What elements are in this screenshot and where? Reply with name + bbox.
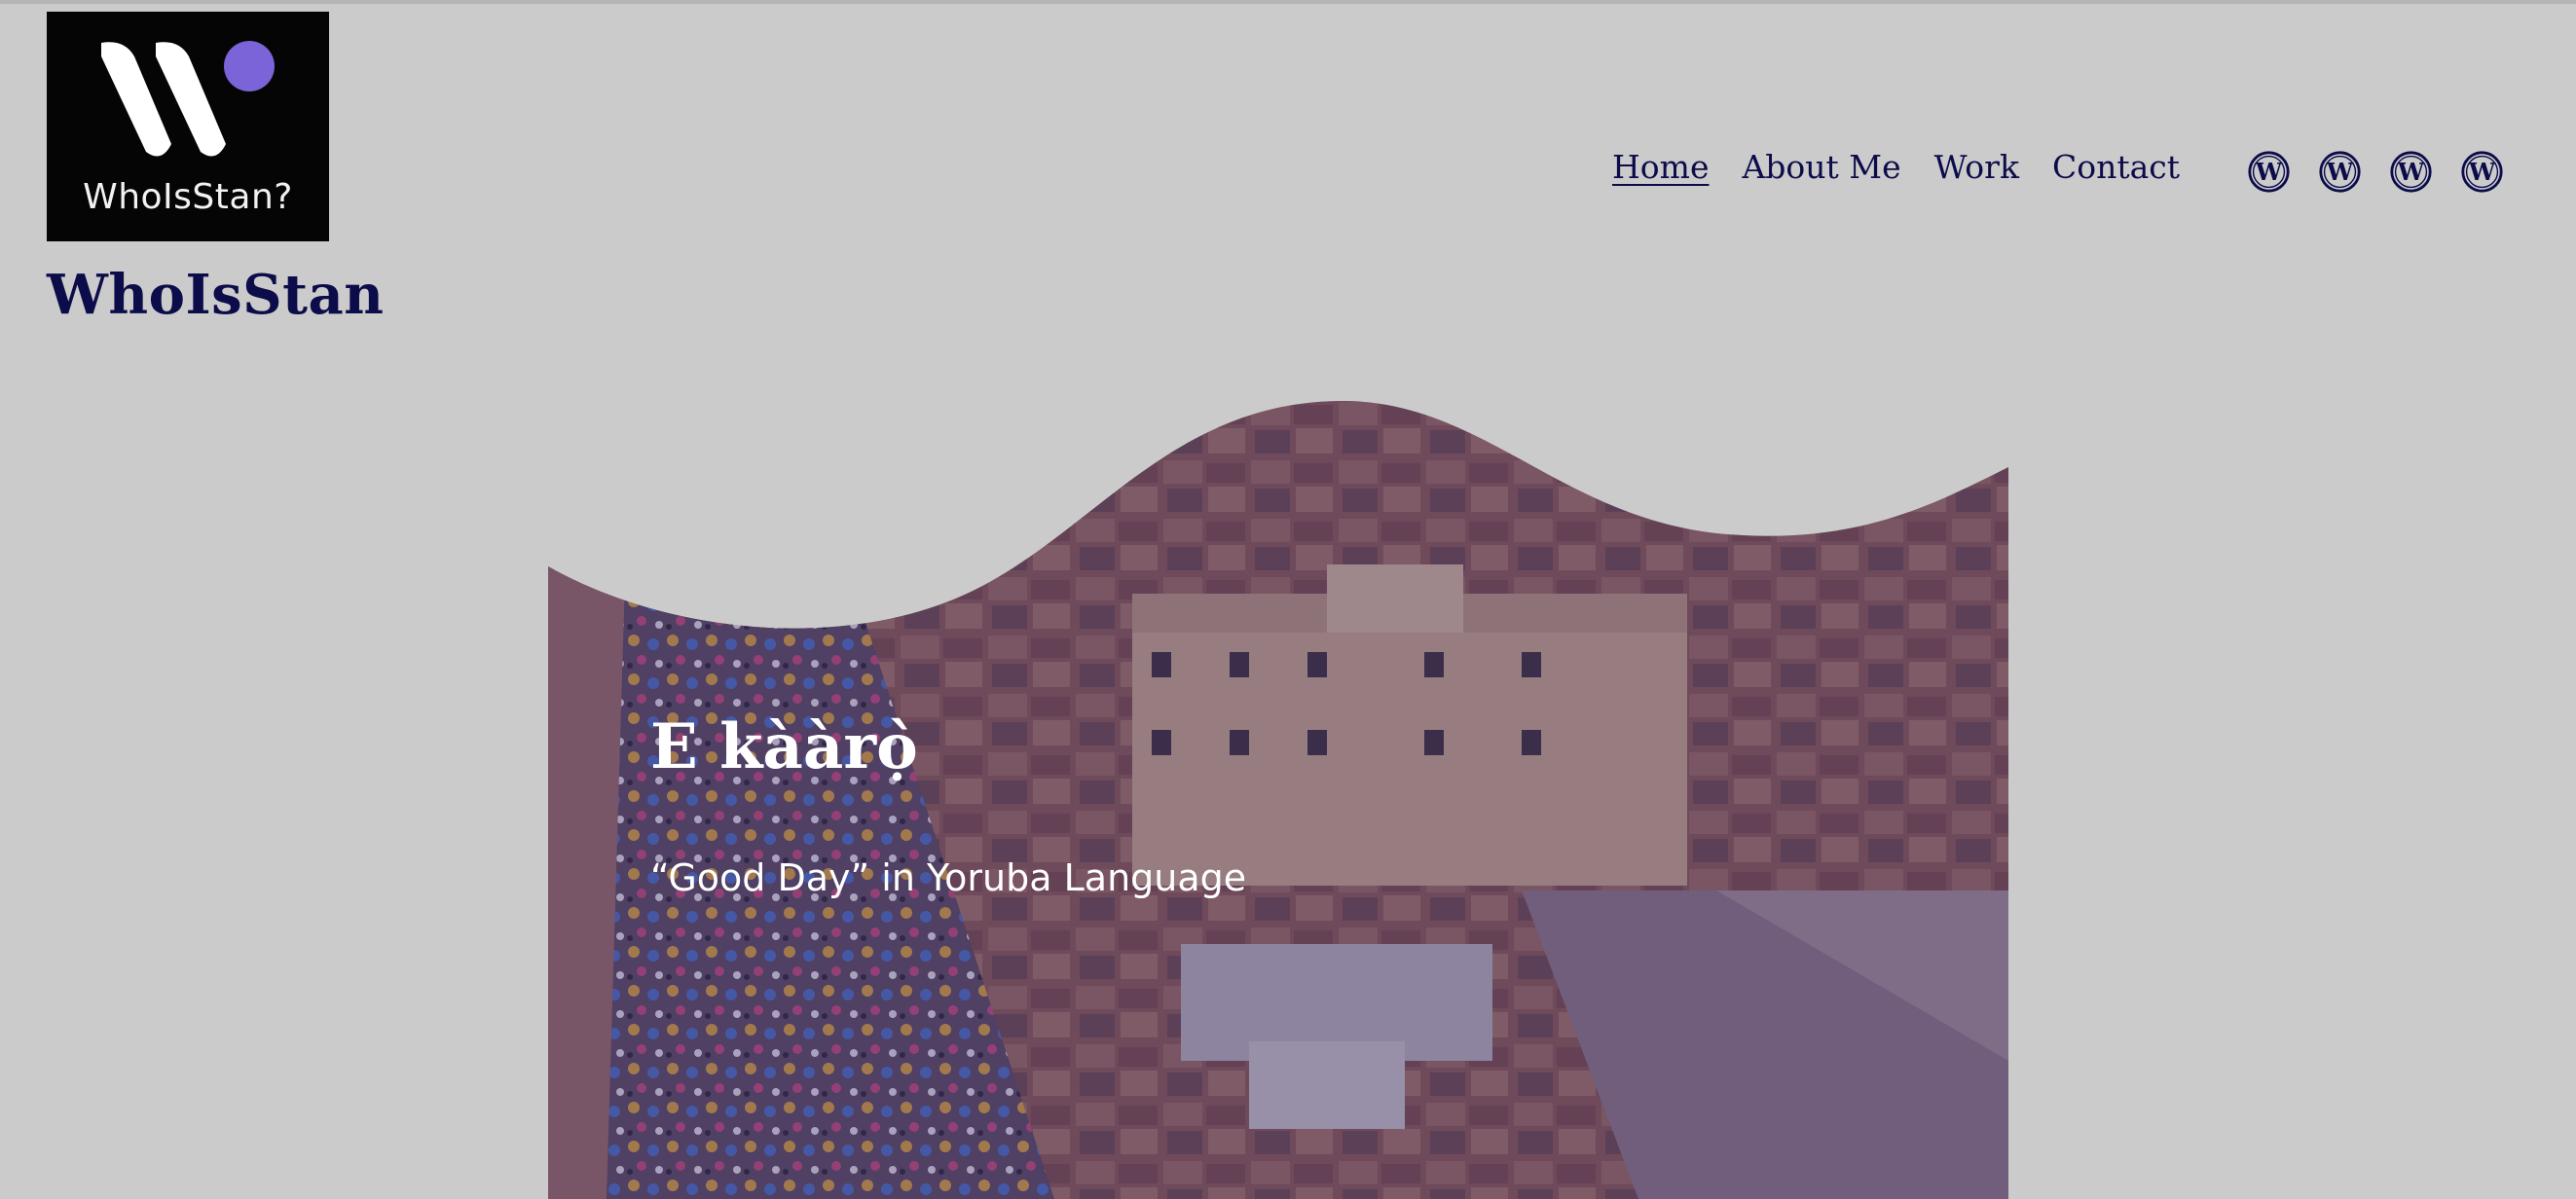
- hero-cover: [548, 399, 2008, 1199]
- nav-about-me[interactable]: About Me: [1742, 148, 1900, 186]
- svg-text:W: W: [2468, 158, 2496, 186]
- aerial-market-scene: [548, 400, 2008, 1199]
- wordpress-icon[interactable]: W: [2460, 150, 2504, 194]
- wordpress-icon[interactable]: W: [2389, 150, 2433, 194]
- main-navigation: Home About Me Work Contact: [1612, 148, 2180, 186]
- svg-text:W: W: [2326, 158, 2354, 186]
- site-title[interactable]: WhoIsStan: [47, 263, 385, 327]
- site-logo[interactable]: WhoIsStan?: [47, 12, 329, 241]
- logo-text: WhoIsStan?: [83, 177, 293, 217]
- top-border: [0, 0, 2576, 4]
- whoisstan-logo-mark: [101, 41, 275, 157]
- svg-text:W: W: [2397, 158, 2425, 186]
- nav-work[interactable]: Work: [1934, 148, 2019, 186]
- social-links: W W W W: [2247, 150, 2504, 194]
- wordpress-icon[interactable]: W: [2247, 150, 2291, 194]
- hero-subtitle: “Good Day” in Yoruba Language: [650, 856, 1247, 899]
- hero-heading: E kààrọ̀: [650, 710, 918, 783]
- nav-home[interactable]: Home: [1612, 148, 1709, 186]
- wordpress-icon[interactable]: W: [2318, 150, 2362, 194]
- nav-contact[interactable]: Contact: [2052, 148, 2180, 186]
- svg-text:W: W: [2255, 158, 2283, 186]
